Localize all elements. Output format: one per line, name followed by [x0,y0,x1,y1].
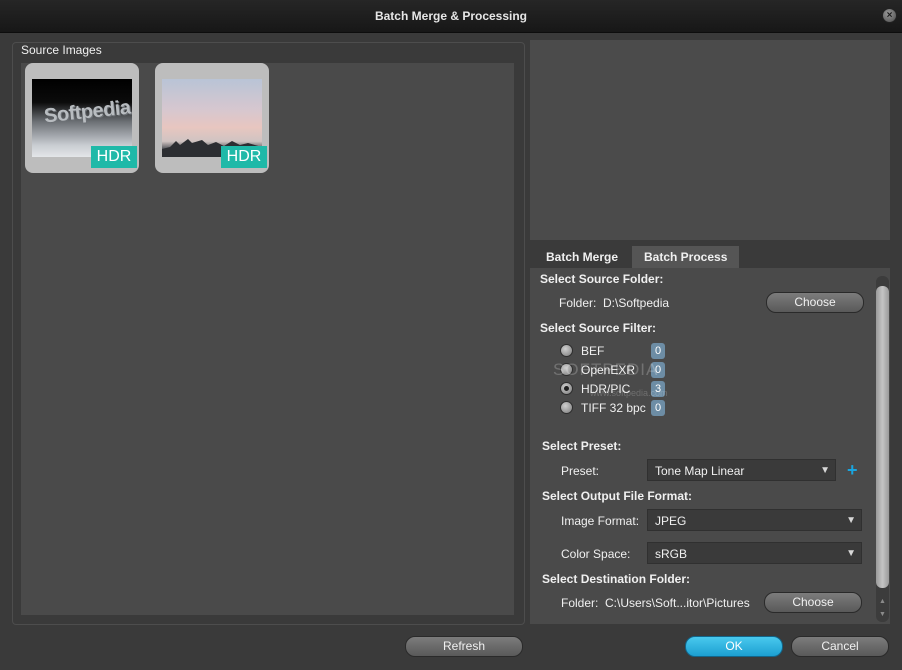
chevron-down-icon: ▼ [820,465,830,476]
filter-label-bef: BEF [581,344,605,358]
preset-label: Preset: [561,464,600,478]
count-badge-tiff-32bpc: 0 [651,400,665,416]
add-preset-icon[interactable]: + [847,461,858,479]
radio-bef[interactable] [560,344,573,357]
source-folder-label: Folder: [559,296,597,310]
radio-hdr-pic[interactable] [560,382,573,395]
preset-select[interactable]: Tone Map Linear ▼ [647,459,836,481]
close-icon[interactable]: × [882,8,897,23]
radio-tiff-32bpc[interactable] [560,401,573,414]
color-space-select[interactable]: sRGB ▼ [647,542,862,564]
image-format-value: JPEG [655,514,687,528]
image-format-select[interactable]: JPEG ▼ [647,509,862,531]
watermark-text: SOFTPEDIA [553,360,659,379]
watermark-url: www.softpedia.com [590,388,668,398]
scroll-down-icon[interactable]: ▼ [876,609,889,621]
thumbnail-watermark: Softpedia [43,96,132,128]
count-badge-bef: 0 [651,343,665,359]
scrollbar-thumb[interactable] [876,286,889,588]
hdr-badge: HDR [91,146,137,168]
thumbnail-2[interactable]: HDR [155,63,269,173]
hdr-badge: HDR [221,146,267,168]
window-title: Batch Merge & Processing [374,9,528,23]
source-folder-heading: Select Source Folder: [540,272,664,286]
ok-button[interactable]: OK [685,636,783,657]
choose-destination-button[interactable]: Choose [764,592,862,613]
image-format-label: Image Format: [561,514,640,528]
chevron-down-icon: ▼ [846,515,856,526]
cancel-button[interactable]: Cancel [791,636,889,657]
filter-label-tiff-32bpc: TIFF 32 bpc [581,401,646,415]
tab-batch-merge[interactable]: Batch Merge [534,246,630,268]
destination-folder-label: Folder: [561,596,599,610]
source-folder-path: D:\Softpedia [603,296,670,310]
source-images-label: Source Images [21,43,102,57]
refresh-button[interactable]: Refresh [405,636,523,657]
source-images-area[interactable]: Softpedia HDR HDR [21,63,514,615]
tab-batch-process[interactable]: Batch Process [632,246,740,268]
destination-heading: Select Destination Folder: [542,572,691,586]
preset-value: Tone Map Linear [655,464,745,478]
color-space-label: Color Space: [561,547,631,561]
scroll-up-icon[interactable]: ▲ [876,596,889,608]
destination-folder-path: C:\Users\Soft...itor\Pictures [605,596,750,610]
output-format-heading: Select Output File Format: [542,489,693,503]
preset-heading: Select Preset: [542,439,622,453]
color-space-value: sRGB [655,547,688,561]
choose-source-button[interactable]: Choose [766,292,864,313]
chevron-down-icon: ▼ [846,548,856,559]
source-filter-heading: Select Source Filter: [540,321,657,335]
thumbnail-1[interactable]: Softpedia HDR [25,63,139,173]
preview-area [530,40,890,240]
